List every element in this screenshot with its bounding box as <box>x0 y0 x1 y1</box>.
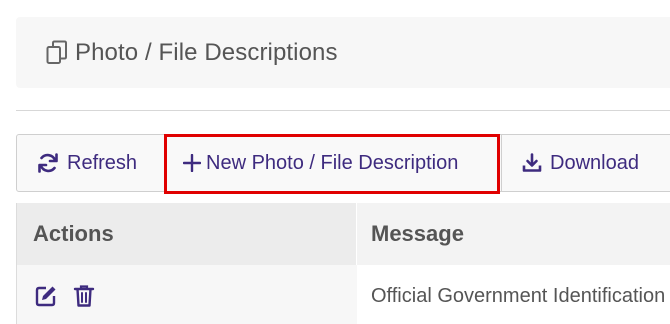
new-photo-file-description-button[interactable]: New Photo / File Description <box>164 134 502 192</box>
descriptions-table: Actions Message Official Government Iden… <box>16 203 670 324</box>
column-header-message[interactable]: Message <box>357 203 670 265</box>
refresh-label: Refresh <box>67 151 138 174</box>
refresh-button[interactable]: Refresh <box>16 134 165 192</box>
table-row: Official Government Identification <box>17 265 670 324</box>
table-header: Actions Message <box>17 203 670 265</box>
divider <box>16 110 670 111</box>
plus-icon <box>183 154 201 172</box>
download-button[interactable]: Download <box>501 134 670 192</box>
page-title-wrap: Photo / File Descriptions <box>45 17 338 88</box>
new-photo-file-description-label: New Photo / File Description <box>206 151 459 174</box>
refresh-icon <box>37 152 59 174</box>
photo-file-descriptions-page: Photo / File Descriptions Refresh New Ph… <box>0 0 670 324</box>
toolbar: Refresh New Photo / File Description Dow… <box>16 134 670 192</box>
row-actions <box>17 265 357 324</box>
row-message: Official Government Identification <box>371 284 666 307</box>
edit-icon[interactable] <box>33 283 59 309</box>
trash-icon[interactable] <box>71 283 97 309</box>
copy-icon <box>45 39 69 67</box>
download-label: Download <box>550 151 639 174</box>
download-icon <box>522 153 542 173</box>
column-header-actions[interactable]: Actions <box>17 203 357 265</box>
page-header: Photo / File Descriptions <box>16 17 670 88</box>
page-title: Photo / File Descriptions <box>75 38 338 66</box>
